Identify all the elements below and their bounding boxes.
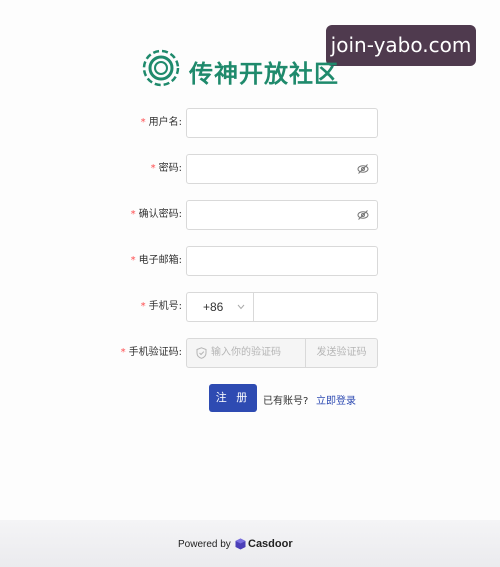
country-code-value: +86 (203, 300, 224, 314)
casdoor-logo-icon (235, 538, 246, 550)
password-input[interactable] (186, 154, 378, 184)
email-row: * 电子邮箱: (0, 246, 500, 276)
powered-by-text: Powered by (178, 539, 231, 550)
email-input[interactable] (186, 246, 378, 276)
site-title: 传神开放社区 (189, 60, 339, 88)
confirm-password-row: * 确认密码: (0, 200, 500, 230)
username-input[interactable] (186, 108, 378, 138)
send-code-button[interactable]: 发送验证码 (305, 338, 378, 368)
casdoor-brand[interactable]: Casdoor (248, 538, 293, 550)
username-label: * 用户名: (140, 117, 182, 128)
watermark-banner: join-yabo.com (326, 25, 476, 66)
have-account-text: 已有账号? (263, 396, 309, 407)
verification-row: * 手机验证码: 输入你的验证码 发送验证码 (0, 338, 500, 368)
footer: Powered by Casdoor (0, 520, 500, 567)
login-link[interactable]: 立即登录 (316, 392, 356, 407)
confirm-password-input[interactable] (186, 200, 378, 230)
username-row: * 用户名: (0, 108, 500, 138)
phone-row: * 手机号: +86 (0, 292, 500, 322)
register-button[interactable]: 注 册 (209, 384, 257, 412)
email-label: * 电子邮箱: (130, 255, 182, 266)
password-label: * 密码: (150, 163, 182, 174)
shield-check-icon (196, 347, 207, 359)
verification-placeholder: 输入你的验证码 (211, 347, 281, 358)
confirm-password-label: * 确认密码: (130, 209, 182, 220)
eye-slash-icon[interactable] (357, 209, 369, 221)
community-ring-logo (142, 49, 180, 87)
verification-label: * 手机验证码: (120, 347, 182, 358)
password-row: * 密码: (0, 154, 500, 184)
verification-code-input[interactable]: 输入你的验证码 (186, 338, 306, 368)
chevron-down-icon (237, 304, 245, 310)
country-code-select[interactable]: +86 (186, 292, 253, 322)
eye-slash-icon[interactable] (357, 163, 369, 175)
phone-label: * 手机号: (140, 301, 182, 312)
phone-input[interactable] (253, 292, 378, 322)
